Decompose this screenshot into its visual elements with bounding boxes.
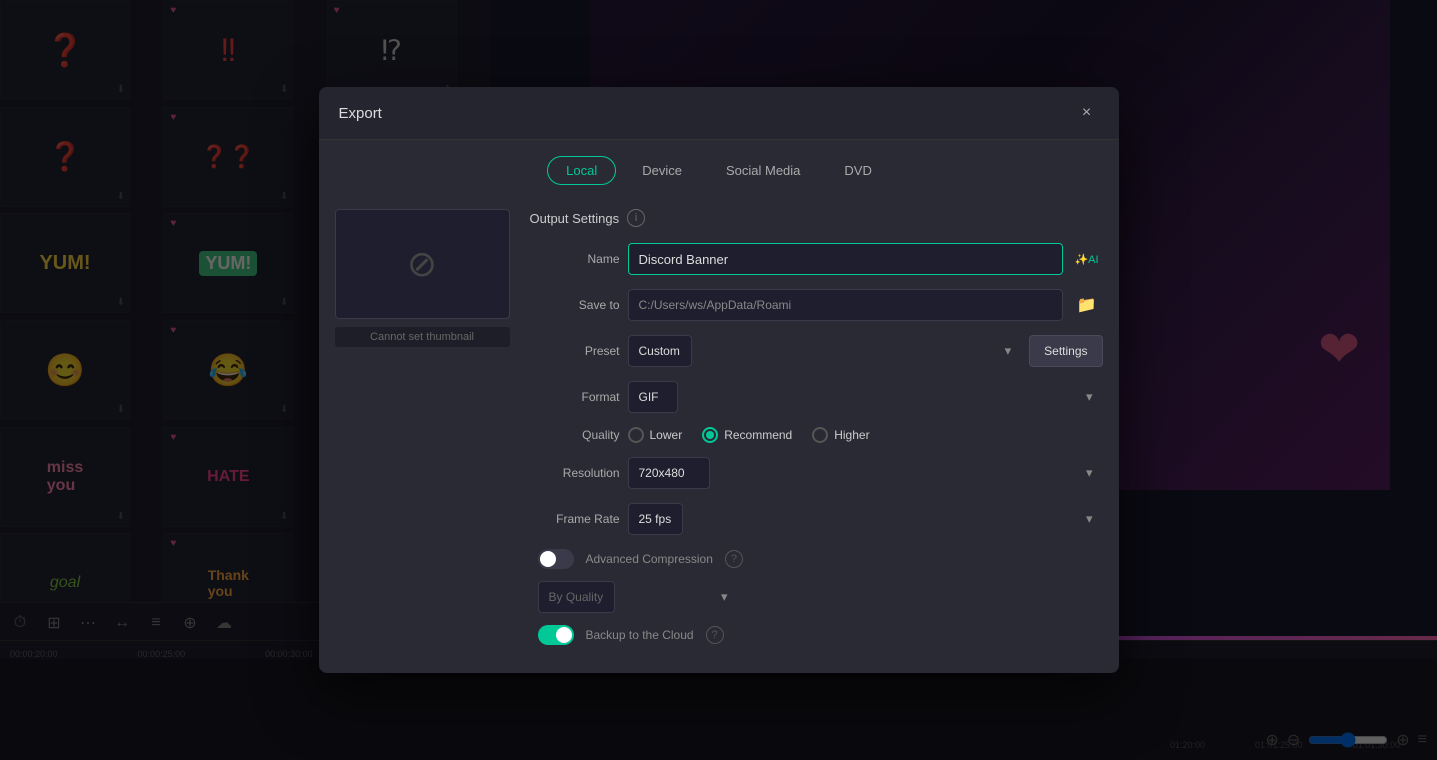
resolution-row: Resolution 720x480 1280x720 1920x1080 bbox=[530, 457, 1103, 489]
export-dialog: Export × Local Device Social Media DVD ⊘… bbox=[319, 87, 1119, 673]
quality-recommend-radio[interactable] bbox=[702, 427, 718, 443]
backup-cloud-help-icon[interactable]: ? bbox=[706, 626, 724, 644]
tab-local[interactable]: Local bbox=[547, 156, 616, 185]
quality-lower-radio[interactable] bbox=[628, 427, 644, 443]
backup-cloud-toggle[interactable] bbox=[538, 625, 574, 645]
backup-cloud-label: Backup to the Cloud bbox=[586, 628, 694, 642]
resolution-select-wrapper: 720x480 1280x720 1920x1080 bbox=[628, 457, 1103, 489]
advanced-compression-row: Advanced Compression ? bbox=[530, 549, 1103, 569]
quality-label: Quality bbox=[530, 428, 620, 442]
quality-recommend-label: Recommend bbox=[724, 428, 792, 442]
dialog-tabs: Local Device Social Media DVD bbox=[319, 140, 1119, 193]
preset-row: Preset Custom Default Settings bbox=[530, 335, 1103, 367]
format-row: Format GIF MP4 MOV bbox=[530, 381, 1103, 413]
quality-row: Quality Lower Recommend Higher bbox=[530, 427, 1103, 443]
advanced-compression-label: Advanced Compression bbox=[586, 552, 713, 566]
advanced-compression-toggle[interactable] bbox=[538, 549, 574, 569]
output-settings-header: Output Settings i bbox=[530, 209, 1103, 227]
tab-dvd[interactable]: DVD bbox=[826, 156, 889, 185]
preset-select[interactable]: Custom Default bbox=[628, 335, 692, 367]
tab-social-media[interactable]: Social Media bbox=[708, 156, 818, 185]
modal-overlay: Export × Local Device Social Media DVD ⊘… bbox=[0, 0, 1437, 760]
thumbnail-area: ⊘ Cannot set thumbnail bbox=[335, 209, 510, 657]
frame-rate-row: Frame Rate 25 fps 30 fps 60 fps bbox=[530, 503, 1103, 535]
thumbnail-placeholder-icon: ⊘ bbox=[407, 243, 437, 285]
thumbnail-box: ⊘ bbox=[335, 209, 510, 319]
preset-select-wrapper: Custom Default bbox=[628, 335, 1022, 367]
format-select-wrapper: GIF MP4 MOV bbox=[628, 381, 1103, 413]
backup-cloud-row: Backup to the Cloud ? bbox=[530, 625, 1103, 645]
browse-folder-button[interactable]: 📁 bbox=[1071, 289, 1103, 321]
settings-area: Output Settings i Name ✨AI Save to C:/Us… bbox=[530, 209, 1103, 657]
save-path-display: C:/Users/ws/AppData/Roami bbox=[628, 289, 1063, 321]
thumbnail-label: Cannot set thumbnail bbox=[335, 327, 510, 347]
dialog-title: Export bbox=[339, 105, 382, 122]
name-input[interactable] bbox=[628, 243, 1063, 275]
format-label: Format bbox=[530, 390, 620, 404]
resolution-label: Resolution bbox=[530, 466, 620, 480]
close-button[interactable]: × bbox=[1075, 101, 1099, 125]
quality-higher-radio[interactable] bbox=[812, 427, 828, 443]
compression-method-wrapper: By Quality bbox=[530, 581, 1103, 613]
ai-generate-button[interactable]: ✨AI bbox=[1071, 243, 1103, 275]
output-settings-label: Output Settings bbox=[530, 211, 620, 226]
dialog-body: ⊘ Cannot set thumbnail Output Settings i… bbox=[319, 193, 1119, 673]
quality-recommend-option[interactable]: Recommend bbox=[702, 427, 792, 443]
advanced-compression-help-icon[interactable]: ? bbox=[725, 550, 743, 568]
frame-rate-label: Frame Rate bbox=[530, 512, 620, 526]
ai-icon: ✨AI bbox=[1074, 253, 1098, 266]
save-to-row: Save to C:/Users/ws/AppData/Roami 📁 bbox=[530, 289, 1103, 321]
quality-options: Lower Recommend Higher bbox=[628, 427, 870, 443]
save-to-label: Save to bbox=[530, 298, 620, 312]
quality-higher-label: Higher bbox=[834, 428, 869, 442]
settings-button[interactable]: Settings bbox=[1029, 335, 1102, 367]
compression-method-select[interactable]: By Quality bbox=[538, 581, 615, 613]
compression-method-select-wrapper: By Quality bbox=[538, 581, 738, 613]
dialog-header: Export × bbox=[319, 87, 1119, 140]
name-row: Name ✨AI bbox=[530, 243, 1103, 275]
frame-rate-select[interactable]: 25 fps 30 fps 60 fps bbox=[628, 503, 683, 535]
format-select[interactable]: GIF MP4 MOV bbox=[628, 381, 678, 413]
frame-rate-select-wrapper: 25 fps 30 fps 60 fps bbox=[628, 503, 1103, 535]
resolution-select[interactable]: 720x480 1280x720 1920x1080 bbox=[628, 457, 710, 489]
folder-icon: 📁 bbox=[1077, 295, 1097, 315]
tab-device[interactable]: Device bbox=[624, 156, 700, 185]
quality-lower-label: Lower bbox=[650, 428, 683, 442]
quality-higher-option[interactable]: Higher bbox=[812, 427, 869, 443]
name-label: Name bbox=[530, 252, 620, 266]
quality-lower-option[interactable]: Lower bbox=[628, 427, 683, 443]
info-icon[interactable]: i bbox=[627, 209, 645, 227]
preset-label: Preset bbox=[530, 344, 620, 358]
